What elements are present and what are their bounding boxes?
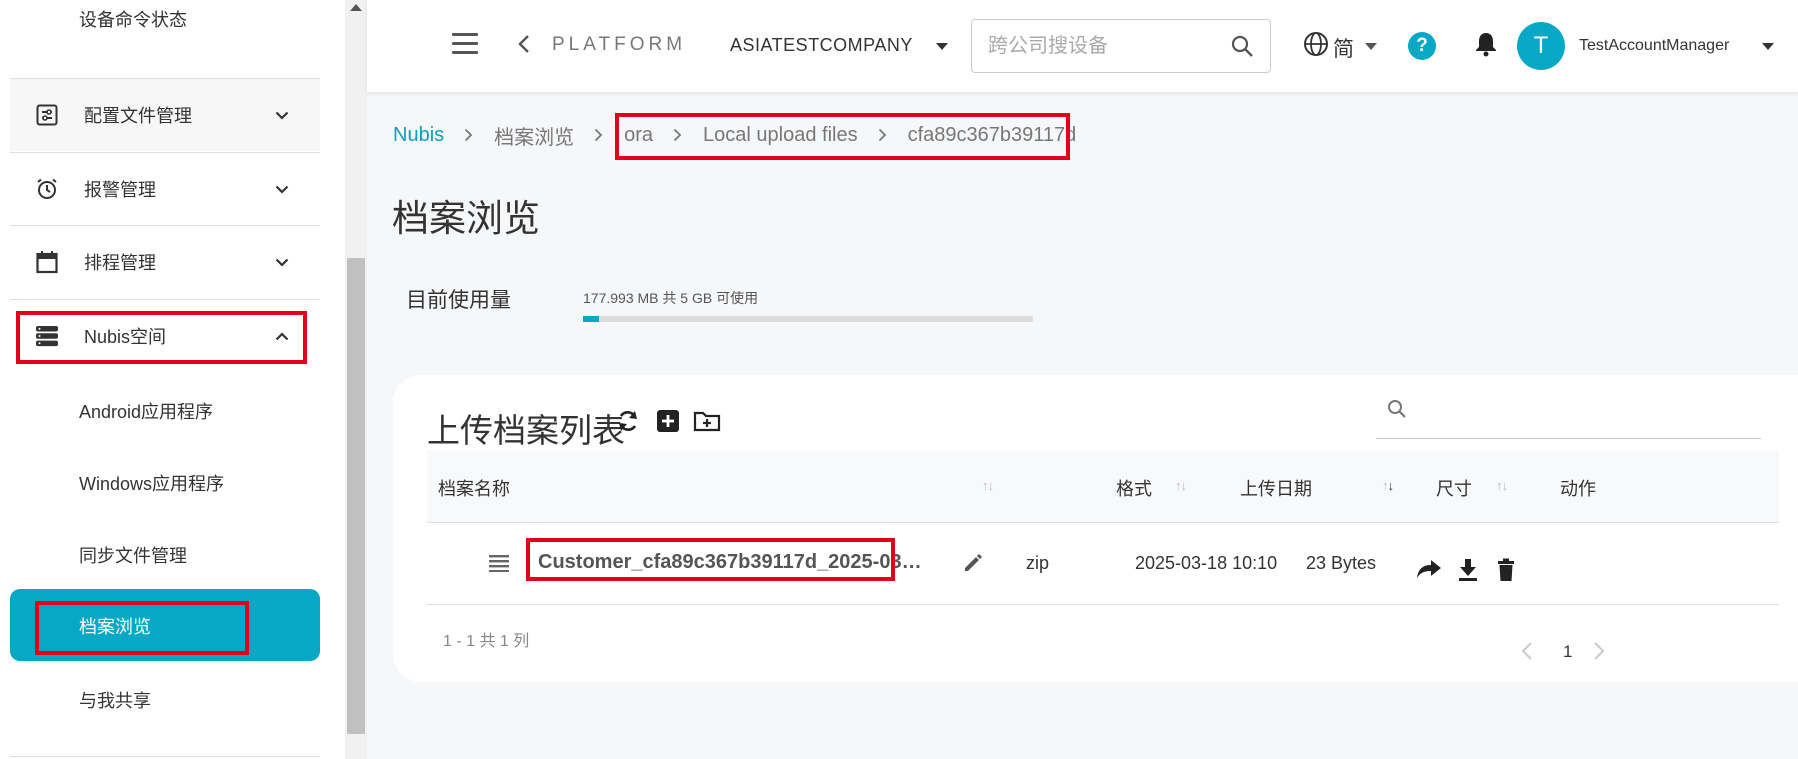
device-search[interactable] xyxy=(971,19,1271,73)
sidebar-item-label: 档案浏览 xyxy=(79,617,151,637)
calendar-icon xyxy=(34,249,60,275)
search-icon[interactable] xyxy=(1230,34,1254,63)
upload-file-list-card: 上传档案列表 档案名称 ↑↓ 格式 ↑↓ 上传日期 ↑↓ 尺寸 ↑↓ 动作 Cu… xyxy=(393,375,1798,682)
breadcrumb: Nubis 档案浏览 ora Local upload files cfa89c… xyxy=(393,121,1076,149)
sidebar-group-label: 排程管理 xyxy=(84,253,156,273)
file-name-link[interactable]: Customer_cfa89c367b39117d_2025-03-18 xyxy=(538,551,928,574)
add-file-icon[interactable] xyxy=(653,406,683,436)
chevron-left-icon[interactable] xyxy=(518,34,540,56)
column-header-format[interactable]: 格式 xyxy=(1116,475,1152,501)
page-title: 档案浏览 xyxy=(392,198,540,239)
language-selector[interactable]: 简 xyxy=(1333,33,1354,63)
search-input[interactable] xyxy=(988,32,1208,60)
username[interactable]: TestAccountManager xyxy=(1579,37,1729,55)
breadcrumb-item[interactable]: ora xyxy=(624,124,653,147)
sidebar-group-nubis-space[interactable]: Nubis空间 xyxy=(10,299,320,372)
file-format: zip xyxy=(1026,553,1050,573)
chevron-right-icon xyxy=(594,128,604,142)
column-header-actions: 动作 xyxy=(1560,479,1596,499)
sidebar-item-device-command-status[interactable]: 设备命令状态 xyxy=(79,6,187,32)
chevron-down-icon xyxy=(272,179,292,199)
new-folder-icon[interactable] xyxy=(692,406,722,436)
sort-icon[interactable]: ↑↓ xyxy=(1496,478,1508,493)
help-icon[interactable]: ? xyxy=(1408,32,1436,60)
sidebar-group-schedule[interactable]: 排程管理 xyxy=(10,225,320,298)
share-icon[interactable] xyxy=(1416,558,1442,585)
file-list-icon xyxy=(489,554,509,577)
chevron-right-icon[interactable] xyxy=(1593,641,1605,666)
usage-progress-bar xyxy=(583,316,1033,322)
table-header: 档案名称 ↑↓ 格式 ↑↓ 上传日期 ↑↓ 尺寸 ↑↓ 动作 xyxy=(427,450,1779,523)
scroll-up-arrow-icon[interactable] xyxy=(350,4,362,11)
sidebar-group-config-files[interactable]: 配置文件管理 xyxy=(10,78,320,151)
delete-icon[interactable] xyxy=(1497,558,1515,587)
chevron-down-icon xyxy=(272,105,292,125)
bell-icon[interactable] xyxy=(1474,31,1498,62)
edit-icon[interactable] xyxy=(962,552,984,579)
sort-desc-icon[interactable]: ↑↓ xyxy=(1382,478,1394,493)
column-header-upload-date[interactable]: 上传日期 xyxy=(1240,475,1312,501)
usage-text: 177.993 MB 共 5 GB 可使用 xyxy=(583,290,759,306)
company-selector[interactable]: ASIATESTCOMPANY xyxy=(730,35,913,56)
sidebar-scrollbar[interactable] xyxy=(345,0,367,759)
sidebar-group-label: 报警管理 xyxy=(84,180,156,200)
main-content: PLATFORM ASIATESTCOMPANY 简 ? T TestAccou… xyxy=(367,0,1798,759)
breadcrumb-item[interactable]: cfa89c367b39117d xyxy=(908,124,1077,147)
current-page[interactable]: 1 xyxy=(1563,642,1572,662)
chevron-right-icon xyxy=(673,128,683,142)
download-icon[interactable] xyxy=(1458,558,1478,587)
sidebar: 设备命令状态 配置文件管理 报警管理 排程管理 Nubis空间 Android应… xyxy=(0,0,345,759)
sidebar-group-label: Nubis空间 xyxy=(84,327,167,347)
card-title: 上传档案列表 xyxy=(427,412,625,449)
menu-icon[interactable] xyxy=(452,33,478,55)
breadcrumb-item[interactable]: Local upload files xyxy=(703,124,858,147)
sidebar-item-windows-apps[interactable]: Windows应用程序 xyxy=(79,470,224,496)
caret-down-icon[interactable] xyxy=(1365,43,1377,50)
storage-icon xyxy=(34,323,60,349)
caret-down-icon[interactable] xyxy=(1762,43,1774,50)
avatar[interactable]: T xyxy=(1517,22,1565,70)
sidebar-item-file-browser[interactable]: 档案浏览 xyxy=(10,589,320,661)
config-file-icon xyxy=(34,102,60,128)
chevron-up-icon xyxy=(272,326,292,346)
usage-progress-fill xyxy=(583,316,599,322)
sidebar-item-shared-with-me[interactable]: 与我共享 xyxy=(79,687,151,713)
table-search-input[interactable] xyxy=(1418,398,1738,426)
refresh-icon[interactable] xyxy=(613,406,643,436)
sidebar-item-sync-files[interactable]: 同步文件管理 xyxy=(79,542,187,568)
chevron-right-icon xyxy=(878,128,888,142)
chevron-right-icon xyxy=(464,128,474,142)
divider xyxy=(10,756,320,757)
usage-label: 目前使用量 xyxy=(406,289,511,312)
chevron-left-icon[interactable] xyxy=(1521,641,1533,666)
column-header-size[interactable]: 尺寸 xyxy=(1436,475,1472,501)
search-icon xyxy=(1386,398,1408,425)
sort-icon[interactable]: ↑↓ xyxy=(1175,478,1187,493)
platform-title[interactable]: PLATFORM xyxy=(552,34,686,56)
alarm-clock-icon xyxy=(34,176,60,202)
globe-icon[interactable] xyxy=(1303,31,1329,62)
breadcrumb-item[interactable]: Nubis xyxy=(393,124,444,147)
chevron-down-icon xyxy=(272,252,292,272)
sidebar-item-android-apps[interactable]: Android应用程序 xyxy=(79,398,213,424)
sidebar-group-label: 配置文件管理 xyxy=(84,106,192,126)
upload-date: 2025-03-18 10:10 xyxy=(1135,553,1278,573)
scrollbar-thumb[interactable] xyxy=(347,258,365,734)
sort-icon[interactable]: ↑↓ xyxy=(982,478,994,493)
column-header-name[interactable]: 档案名称 xyxy=(438,475,510,501)
table-row: Customer_cfa89c367b39117d_2025-03-18 zip… xyxy=(427,523,1779,605)
table-search[interactable] xyxy=(1376,390,1761,439)
sidebar-group-alarms[interactable]: 报警管理 xyxy=(10,152,320,225)
table-row-count: 1 - 1 共 1 列 xyxy=(443,633,530,650)
top-bar: PLATFORM ASIATESTCOMPANY 简 ? T TestAccou… xyxy=(367,0,1798,92)
caret-down-icon[interactable] xyxy=(936,43,948,50)
breadcrumb-item[interactable]: 档案浏览 xyxy=(494,121,574,150)
file-size: 23 Bytes xyxy=(1306,553,1377,573)
